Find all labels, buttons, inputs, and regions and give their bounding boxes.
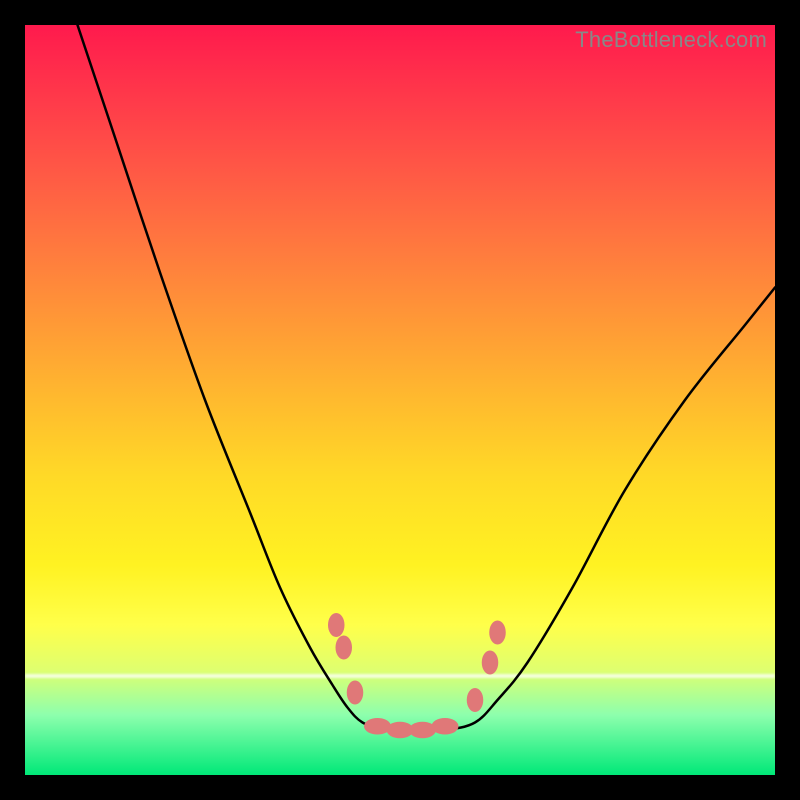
trough-marker: [467, 688, 484, 712]
bottleneck-curve: [78, 25, 776, 731]
trough-marker: [336, 636, 353, 660]
trough-marker: [328, 613, 345, 637]
trough-marker: [432, 718, 459, 735]
plot-area: TheBottleneck.com: [25, 25, 775, 775]
trough-marker: [482, 651, 499, 675]
trough-marker: [347, 681, 364, 705]
chart-frame: TheBottleneck.com: [0, 0, 800, 800]
bottleneck-curve-svg: [25, 25, 775, 775]
trough-marker: [489, 621, 506, 645]
